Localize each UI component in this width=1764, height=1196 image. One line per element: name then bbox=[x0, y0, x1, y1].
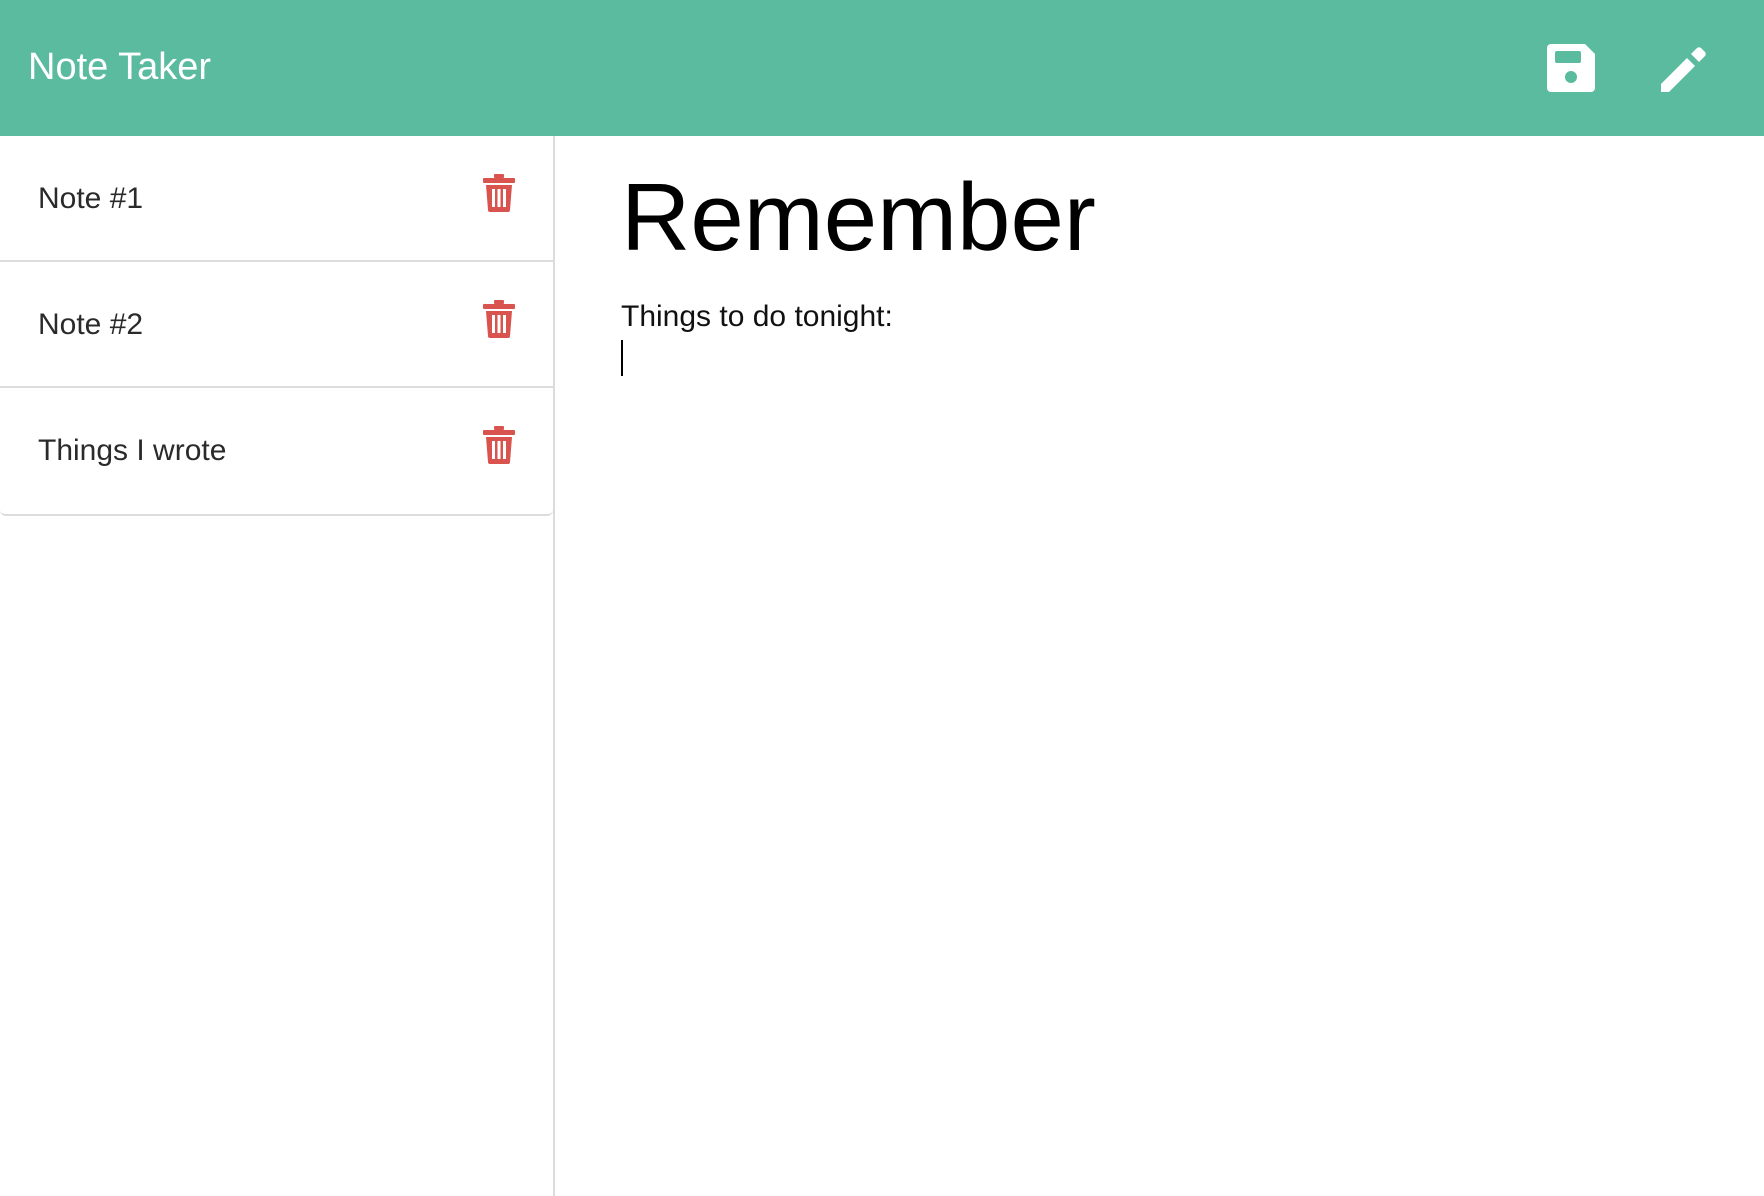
navbar: Note Taker bbox=[0, 0, 1764, 136]
floppy-disk-icon bbox=[1547, 44, 1595, 92]
note-item-title: Things I wrote bbox=[38, 434, 227, 467]
note-body-textarea[interactable]: Things to do tonight: bbox=[621, 296, 1701, 1156]
notes-sidebar: Note #1 Note #2 Things I wrote bbox=[0, 136, 555, 1196]
trash-icon[interactable] bbox=[483, 174, 515, 212]
note-title-input[interactable] bbox=[621, 158, 1701, 278]
app-title[interactable]: Note Taker bbox=[28, 0, 211, 136]
note-editor: Things to do tonight: bbox=[555, 136, 1764, 1196]
note-list-item[interactable]: Note #1 bbox=[0, 136, 553, 262]
trash-icon[interactable] bbox=[483, 300, 515, 338]
note-item-title: Note #1 bbox=[38, 182, 144, 215]
trash-icon[interactable] bbox=[483, 426, 515, 464]
new-note-button[interactable] bbox=[1655, 40, 1711, 96]
note-list-item[interactable]: Note #2 bbox=[0, 262, 553, 388]
pencil-icon bbox=[1661, 47, 1706, 92]
text-cursor bbox=[621, 340, 623, 376]
note-item-title: Note #2 bbox=[38, 308, 144, 341]
save-note-button[interactable] bbox=[1543, 40, 1599, 96]
note-list-item[interactable]: Things I wrote bbox=[0, 388, 553, 514]
note-list: Note #1 Note #2 Things I wrote bbox=[0, 136, 553, 516]
